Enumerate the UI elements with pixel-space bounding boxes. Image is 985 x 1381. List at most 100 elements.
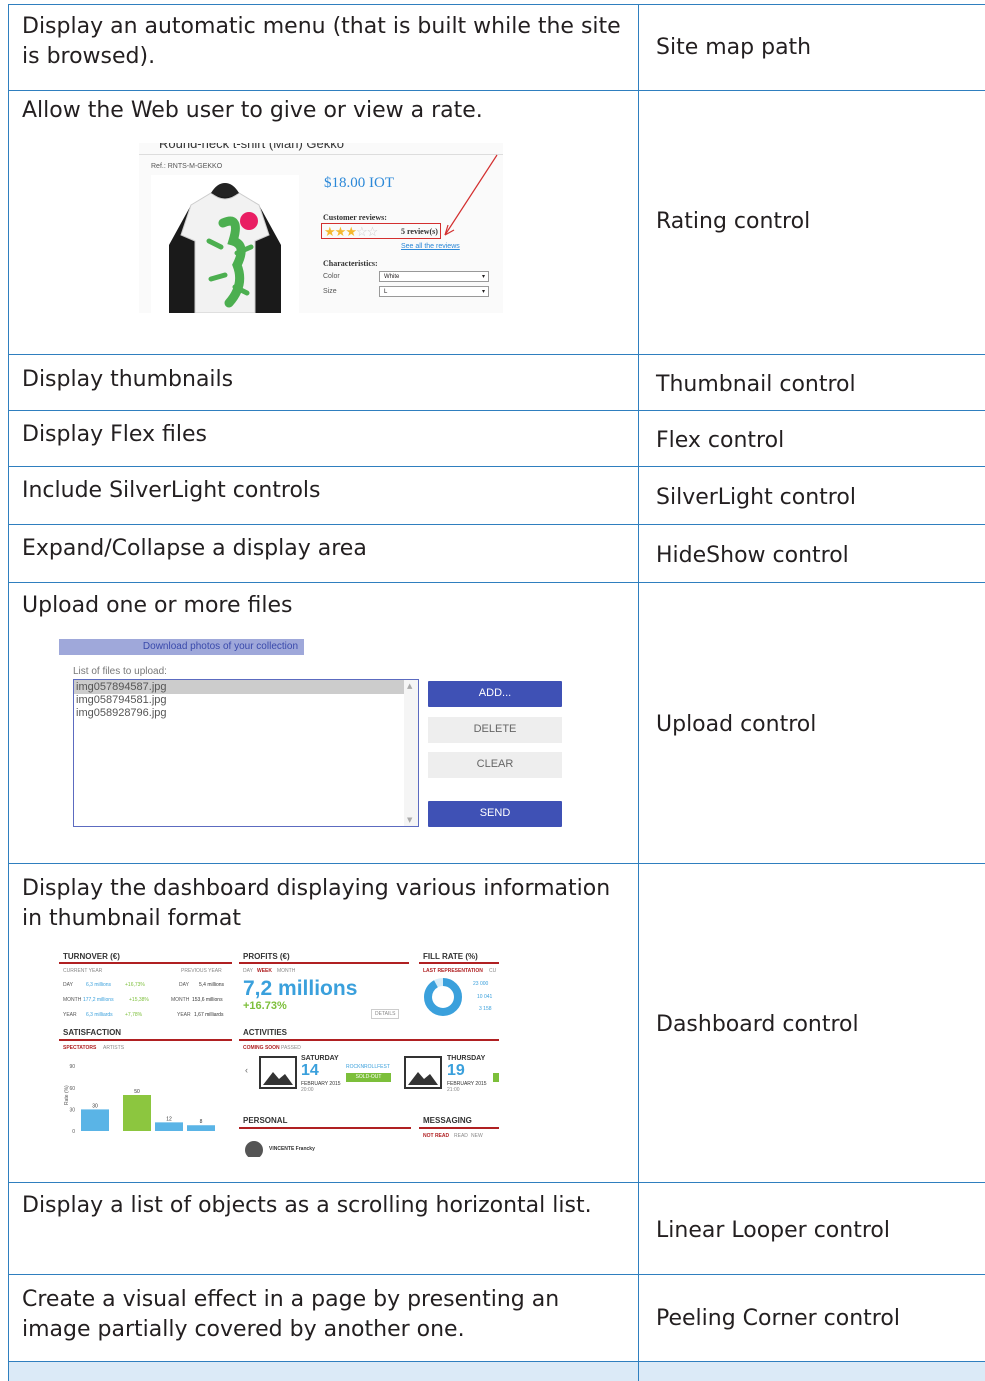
event-day: THURSDAY [447, 1055, 486, 1062]
tab-not-read[interactable]: NOT READ [423, 1133, 449, 1139]
control-cell [639, 1362, 985, 1381]
fill-value-b: 10 041 [477, 994, 493, 1000]
scrollbar[interactable]: ▲ ▼ [404, 680, 418, 826]
table-row: Expand/Collapse a display area HideShow … [8, 524, 985, 582]
table-row: Allow the Web user to give or view a rat… [8, 90, 985, 354]
table-row: Upload one or more files Download photos… [8, 582, 985, 863]
star-filled-icon[interactable]: ★ [324, 224, 336, 239]
y-tick-label: 90 [69, 1064, 75, 1070]
y-tick-label: 0 [72, 1129, 75, 1135]
turnover-year: 6,3 milliards [86, 1012, 113, 1018]
y-tick-label: 30 [69, 1107, 75, 1113]
upload-header: Download photos of your collection [59, 639, 304, 655]
list-item[interactable]: img058928796.jpg [76, 707, 167, 720]
tab-coming-soon[interactable]: COMING SOON [243, 1045, 280, 1051]
chevron-down-icon: ▾ [481, 274, 485, 280]
description-cell: Allow the Web user to give or view a rat… [8, 91, 639, 354]
tab-month[interactable]: MONTH [277, 968, 295, 974]
control-name: Rating control [656, 209, 811, 234]
satisfaction-chart: Rate (%)0306090305012 8 [64, 1064, 215, 1135]
size-select[interactable]: L ▾ [379, 286, 489, 297]
description-text: Display the dashboard displaying various… [22, 876, 611, 931]
control-cell: Upload control [639, 583, 985, 863]
turnover-day: 6,3 millions [86, 982, 112, 988]
tab-week[interactable]: WEEK [257, 968, 272, 974]
event-date-number: 19 [447, 1062, 465, 1079]
control-cell: Peeling Corner control [639, 1275, 985, 1361]
tshirt-image [151, 175, 299, 313]
annotation-arrow [444, 154, 498, 236]
control-name: Peeling Corner control [656, 1306, 900, 1331]
control-cell: Dashboard control [639, 864, 985, 1182]
event-image-icon [259, 1056, 297, 1089]
scroll-down-icon[interactable]: ▼ [407, 816, 412, 824]
see-all-reviews-link[interactable]: See all the reviews [401, 243, 460, 250]
list-label: List of files to upload: [73, 666, 167, 677]
turnover-heading: TURNOVER (€) [63, 952, 120, 961]
tab-artists[interactable]: ARTISTS [103, 1045, 124, 1051]
color-value: White [384, 274, 400, 280]
details-button[interactable]: DETAILS [371, 1009, 400, 1019]
description-text: Display Flex files [22, 422, 207, 447]
activities-heading: ACTIVITIES [243, 1028, 288, 1037]
chevron-down-icon: ▾ [481, 289, 485, 295]
description-cell: Expand/Collapse a display area [8, 525, 639, 582]
last-representation-tab[interactable]: LAST REPRESENTATION [423, 968, 483, 974]
send-button[interactable]: SEND [428, 801, 562, 827]
control-cell: SilverLight control [639, 467, 985, 524]
description-cell [8, 1362, 639, 1381]
control-name: Site map path [656, 35, 812, 60]
fill-pct-label: 92% [433, 992, 448, 999]
file-list[interactable]: img057894587.jpg img058794581.jpg img058… [73, 679, 419, 827]
color-select[interactable]: White ▾ [379, 271, 489, 282]
month-label: MONTH [63, 997, 82, 1003]
star-empty-icon[interactable]: ☆ [356, 224, 368, 239]
list-item[interactable]: img057894587.jpg [76, 681, 167, 694]
clear-button[interactable]: CLEAR [428, 752, 562, 778]
sold-out-badge: SOLD-OUT [346, 1073, 391, 1082]
tab-read[interactable]: READ [454, 1133, 468, 1139]
star-filled-icon[interactable]: ★ [345, 224, 357, 239]
control-cell: HideShow control [639, 525, 985, 582]
bar-value-label: 30 [92, 1103, 98, 1109]
bar [81, 1109, 109, 1131]
table-row: Display an automatic menu (that is built… [8, 4, 985, 90]
turnover-year-prev: 1,67 milliards [194, 1012, 224, 1018]
description-cell: Display Flex files [8, 411, 639, 466]
description-text: Display thumbnails [22, 367, 234, 392]
fill-rate-heading: FILL RATE (%) [423, 952, 478, 961]
bar-value-label: 8 [200, 1119, 203, 1125]
event-image-icon [404, 1056, 442, 1089]
description-cell: Display a list of objects as a scrolling… [8, 1183, 639, 1274]
current-tab[interactable]: CU [489, 968, 496, 974]
bar [155, 1122, 183, 1131]
turnover-day-pct: +16,73% [125, 982, 145, 988]
avatar [245, 1141, 263, 1157]
profits-heading: PROFITS (€) [243, 952, 290, 961]
control-cell: Flex control [639, 411, 985, 466]
control-name: Flex control [656, 428, 785, 453]
description-text: Allow the Web user to give or view a rat… [22, 98, 483, 123]
tab-passed[interactable]: PASSED [281, 1045, 301, 1051]
chevron-left-icon[interactable]: ‹ [245, 1065, 248, 1075]
scroll-up-icon[interactable]: ▲ [407, 682, 412, 690]
star-rating[interactable]: ★★★☆☆ [324, 224, 379, 240]
bar [123, 1095, 151, 1131]
product-price: $18.00 IOT [324, 175, 394, 191]
turnover-month-pct: +15,38% [129, 997, 149, 1003]
control-name: Upload control [656, 712, 817, 737]
turnover-month-prev: 153,6 millions [192, 997, 223, 1003]
bar-value-label: 12 [166, 1116, 172, 1122]
color-label: Color [323, 273, 340, 280]
tab-new[interactable]: NEW [471, 1133, 483, 1139]
tab-spectators[interactable]: SPECTATORS [63, 1045, 96, 1051]
delete-button[interactable]: DELETE [428, 717, 562, 743]
star-filled-icon[interactable]: ★ [335, 224, 347, 239]
star-empty-icon[interactable]: ☆ [367, 224, 379, 239]
add-button[interactable]: ADD... [428, 681, 562, 707]
tab-day[interactable]: DAY [243, 968, 253, 974]
upload-screenshot: Download photos of your collection List … [59, 639, 579, 839]
table-row: Display Flex files Flex control [8, 410, 985, 466]
list-item[interactable]: img058794581.jpg [76, 694, 167, 707]
personal-heading: PERSONAL [243, 1116, 288, 1125]
